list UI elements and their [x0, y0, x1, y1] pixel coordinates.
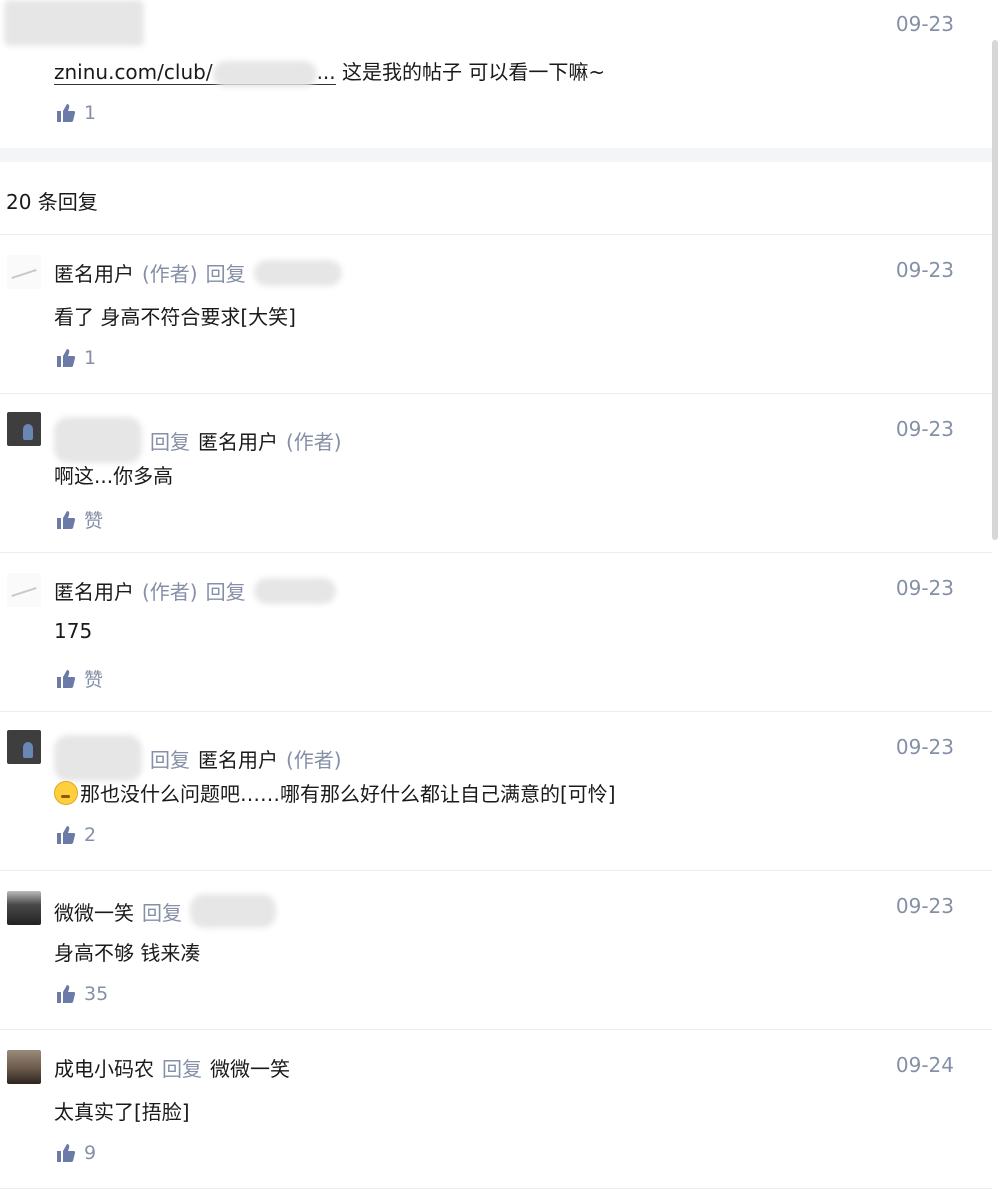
comment-date: 09-23	[895, 735, 954, 759]
comment-meta: 微微一笑 回复	[54, 894, 276, 928]
comment-item: 回复 匿名用户 (作者) 09-23 啊这...你多高 赞	[0, 394, 992, 553]
comment-item: 成电小码农 回复 微微一笑 09-24 太真实了[捂脸] 9	[0, 1030, 992, 1189]
user-name[interactable]: 成电小码农	[54, 1053, 154, 1082]
user-name[interactable]: 微微一笑	[54, 897, 134, 926]
comment-item: 回复 匿名用户 (作者) 09-23 那也没什么问题吧……哪有那么好什么都让自己…	[0, 712, 992, 871]
user-name[interactable]: 匿名用户	[54, 258, 134, 287]
comment-date: 09-23	[895, 576, 954, 600]
like-count: 1	[84, 102, 97, 124]
comment-text: 身高不够 钱来凑	[54, 941, 201, 965]
author-tag: (作者)	[142, 580, 198, 604]
avatar[interactable]	[7, 255, 41, 289]
reply-label: 回复	[162, 1057, 202, 1081]
thumbs-up-icon	[57, 1144, 76, 1162]
comment-meta: 回复 匿名用户 (作者)	[54, 735, 342, 781]
reply-label: 回复	[150, 747, 190, 772]
blurred-username	[190, 894, 276, 928]
like-count: 1	[84, 347, 97, 369]
like-count: 35	[84, 983, 109, 1005]
blurred-username	[253, 259, 342, 286]
avatar[interactable]	[7, 730, 41, 764]
comment-text: 那也没什么问题吧……哪有那么好什么都让自己满意的[可怜]	[54, 778, 616, 807]
reply-target[interactable]: 微微一笑	[210, 1053, 290, 1082]
author-tag: (作者)	[286, 747, 342, 772]
comment-date: 09-24	[895, 1053, 954, 1077]
like-button[interactable]: 1	[56, 102, 96, 124]
comment-text: 看了 身高不符合要求[大笑]	[54, 305, 296, 329]
comment-item: 微微一笑 回复 09-23 身高不够 钱来凑 35	[0, 871, 992, 1030]
author-tag: (作者)	[142, 262, 198, 286]
thumbs-up-icon	[57, 826, 76, 844]
avatar[interactable]	[7, 1050, 41, 1084]
avatar[interactable]	[7, 573, 41, 607]
comment-meta: 匿名用户 (作者) 回复	[54, 258, 342, 287]
user-name[interactable]: 匿名用户	[54, 576, 134, 605]
comment-date: 09-23	[895, 894, 954, 918]
comment-date: 09-23	[895, 258, 954, 282]
reply-label: 回复	[205, 262, 246, 286]
author-tag: (作者)	[286, 429, 342, 454]
comment-text: zninu.com/club/... 这是我的帖子 可以看一下嘛~	[54, 56, 605, 87]
reply-label: 回复	[205, 580, 246, 604]
thumbs-up-icon	[57, 349, 76, 367]
comment-meta: 成电小码农 回复 微微一笑	[54, 1053, 290, 1082]
like-count: 9	[84, 1142, 97, 1164]
reply-target[interactable]: 匿名用户	[198, 744, 278, 773]
reply-label: 回复	[142, 900, 182, 925]
thumbs-up-icon	[57, 510, 76, 529]
comment-text: 太真实了[捂脸]	[54, 1100, 190, 1124]
avatar[interactable]	[7, 891, 41, 925]
reply-target[interactable]: 匿名用户	[198, 426, 278, 455]
blurred-username	[253, 577, 336, 604]
like-button[interactable]: 9	[56, 1142, 96, 1164]
comment-date: 09-23	[895, 417, 954, 441]
scrollbar[interactable]	[992, 40, 998, 540]
like-count: 赞	[84, 669, 104, 691]
top-comment: 09-23 zninu.com/club/... 这是我的帖子 可以看一下嘛~ …	[0, 0, 992, 148]
section-divider	[0, 148, 992, 162]
like-button[interactable]: 赞	[56, 665, 103, 692]
thumbs-up-icon	[57, 104, 76, 122]
thumbs-up-icon	[57, 985, 76, 1003]
reply-label: 回复	[150, 429, 190, 454]
blurred-username	[54, 417, 142, 463]
like-button[interactable]: 赞	[56, 506, 103, 533]
emoji-icon	[54, 781, 78, 805]
comment-meta: 回复 匿名用户 (作者)	[54, 417, 342, 463]
like-count: 2	[84, 824, 97, 846]
avatar[interactable]	[7, 412, 41, 446]
blurred-username	[54, 735, 142, 781]
like-button[interactable]: 1	[56, 347, 96, 369]
comment-item: 匿名用户 (作者) 回复 09-23 看了 身高不符合要求[大笑] 1	[0, 235, 992, 394]
like-count: 赞	[84, 510, 104, 532]
comment-date: 09-23	[895, 12, 954, 36]
comment-text: 175	[54, 619, 93, 643]
comment-text: 啊这...你多高	[54, 464, 174, 488]
like-button[interactable]: 35	[56, 983, 108, 1005]
blurred-avatar	[4, 0, 144, 46]
comment-item: 匿名用户 (作者) 回复 09-23 175 赞	[0, 553, 992, 712]
like-button[interactable]: 2	[56, 824, 96, 846]
comment-meta: 匿名用户 (作者) 回复	[54, 576, 336, 605]
post-link[interactable]: zninu.com/club/...	[54, 60, 336, 87]
thumbs-up-icon	[57, 669, 76, 688]
reply-count: 20 条回复	[6, 190, 98, 214]
